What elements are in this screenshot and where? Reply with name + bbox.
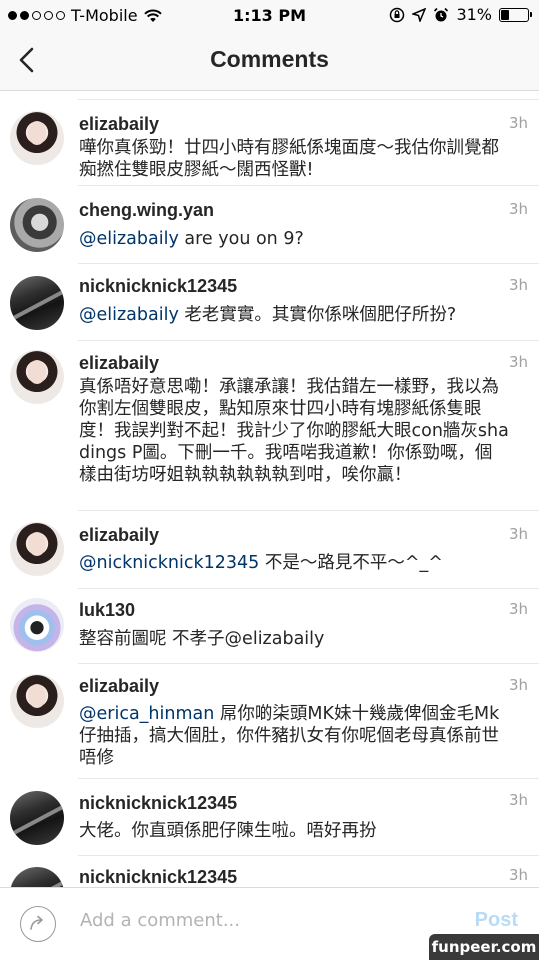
comment-time: 3h [508,276,528,294]
post-button[interactable]: Post [475,909,518,932]
comment-body: 嘩你真係勁！廿四小時有膠紙係塊面度～我估你訓覺都痴撚住雙眼皮膠紙～闊西怪獸! [79,138,499,180]
comment-username[interactable]: elizabaily [79,676,159,697]
watermark: funpeer.com [429,934,539,960]
comment-text: 整容前圖呢 不孝子@elizabaily [79,628,509,650]
comment-time: 3h [508,676,528,694]
alarm-clock-icon [434,7,449,21]
comment-text: @erica_hinman 屌你啲柒頭MK妹十幾歲俾個金毛Mk仔抽插，搞大個肚，… [79,703,509,769]
comment-time: 3h [508,866,528,884]
comment-username[interactable]: nicknicknick12345 [79,276,237,297]
comment-body: are you on 9? [178,229,304,249]
comment-body: 不是～路見不平～^_^ [259,553,443,573]
share-button[interactable] [20,906,56,942]
comment-input[interactable] [80,910,420,931]
comment-body: 整容前圖呢 不孝子@elizabaily [79,629,325,649]
avatar[interactable] [10,350,64,404]
divider [78,340,539,341]
comment-body: 大佬。你直頭係肥仔陳生啦。唔好再扮 [79,821,377,841]
avatar[interactable] [10,276,64,330]
comment-text: 大佬。你直頭係肥仔陳生啦。唔好再扮 [79,820,509,842]
divider [78,510,539,511]
avatar[interactable] [10,198,64,252]
comment-text: 嘩你真係勁！廿四小時有膠紙係塊面度～我估你訓覺都痴撚住雙眼皮膠紙～闊西怪獸! [79,137,509,181]
divider [78,263,539,264]
user-mention[interactable]: @nicknicknick12345 [79,553,259,573]
divider [78,185,539,186]
user-mention[interactable]: @erica_hinman [79,704,214,724]
comment-username[interactable]: elizabaily [79,114,159,135]
location-arrow-icon [412,7,427,22]
comment-text: @nicknicknick12345 不是～路見不平～^_^ [79,552,509,574]
comment-time: 3h [508,791,528,809]
comment-time: 3h [508,200,528,218]
avatar[interactable] [10,867,64,887]
battery-percent: 31% [456,5,492,24]
comment-username[interactable]: cheng.wing.yan [79,200,214,221]
comment-time: 3h [508,114,528,132]
navigation-bar: Comments [0,32,539,91]
divider [78,778,539,779]
status-right: 31% [389,5,532,24]
status-bar: T-Mobile 1:13 PM 31% [0,0,539,32]
comment-username[interactable]: nicknicknick12345 [79,793,237,814]
avatar[interactable] [10,791,64,845]
comment-body: 老老實實。其實你係咪個肥仔所扮? [178,305,457,325]
avatar[interactable] [10,111,64,165]
avatar[interactable] [10,674,64,728]
avatar[interactable] [10,598,64,652]
page-title: Comments [210,46,329,72]
comment-text: @elizabaily are you on 9? [79,228,509,250]
comment-text: 真係唔好意思嘞！承讓承讓！我估錯左一樣野，我以為你割左個雙眼皮，點知原來廿四小時… [79,376,509,486]
comment-text: @elizabaily 老老實實。其實你係咪個肥仔所扮? [79,304,509,326]
comment-username[interactable]: elizabaily [79,353,159,374]
comment-time: 3h [508,525,528,543]
user-mention[interactable]: @elizabaily [79,229,179,249]
divider [78,855,539,856]
divider [78,663,539,664]
rotation-lock-icon [390,7,405,22]
user-mention[interactable]: @elizabaily [79,305,179,325]
comment-username[interactable]: luk130 [79,600,135,621]
divider [78,99,539,100]
comment-username[interactable]: elizabaily [79,525,159,546]
comment-username[interactable]: nicknicknick12345 [79,867,237,887]
comment-list[interactable]: elizabaily 3h 嘩你真係勁！廿四小時有膠紙係塊面度～我估你訓覺都痴撚… [0,91,539,887]
avatar[interactable] [10,522,64,576]
comment-body: 真係唔好意思嘞！承讓承讓！我估錯左一樣野，我以為你割左個雙眼皮，點知原來廿四小時… [79,377,509,485]
battery-icon [499,7,532,22]
comment-time: 3h [508,600,528,618]
divider [78,588,539,589]
comment-time: 3h [508,353,528,371]
share-arrow-icon [30,915,43,930]
